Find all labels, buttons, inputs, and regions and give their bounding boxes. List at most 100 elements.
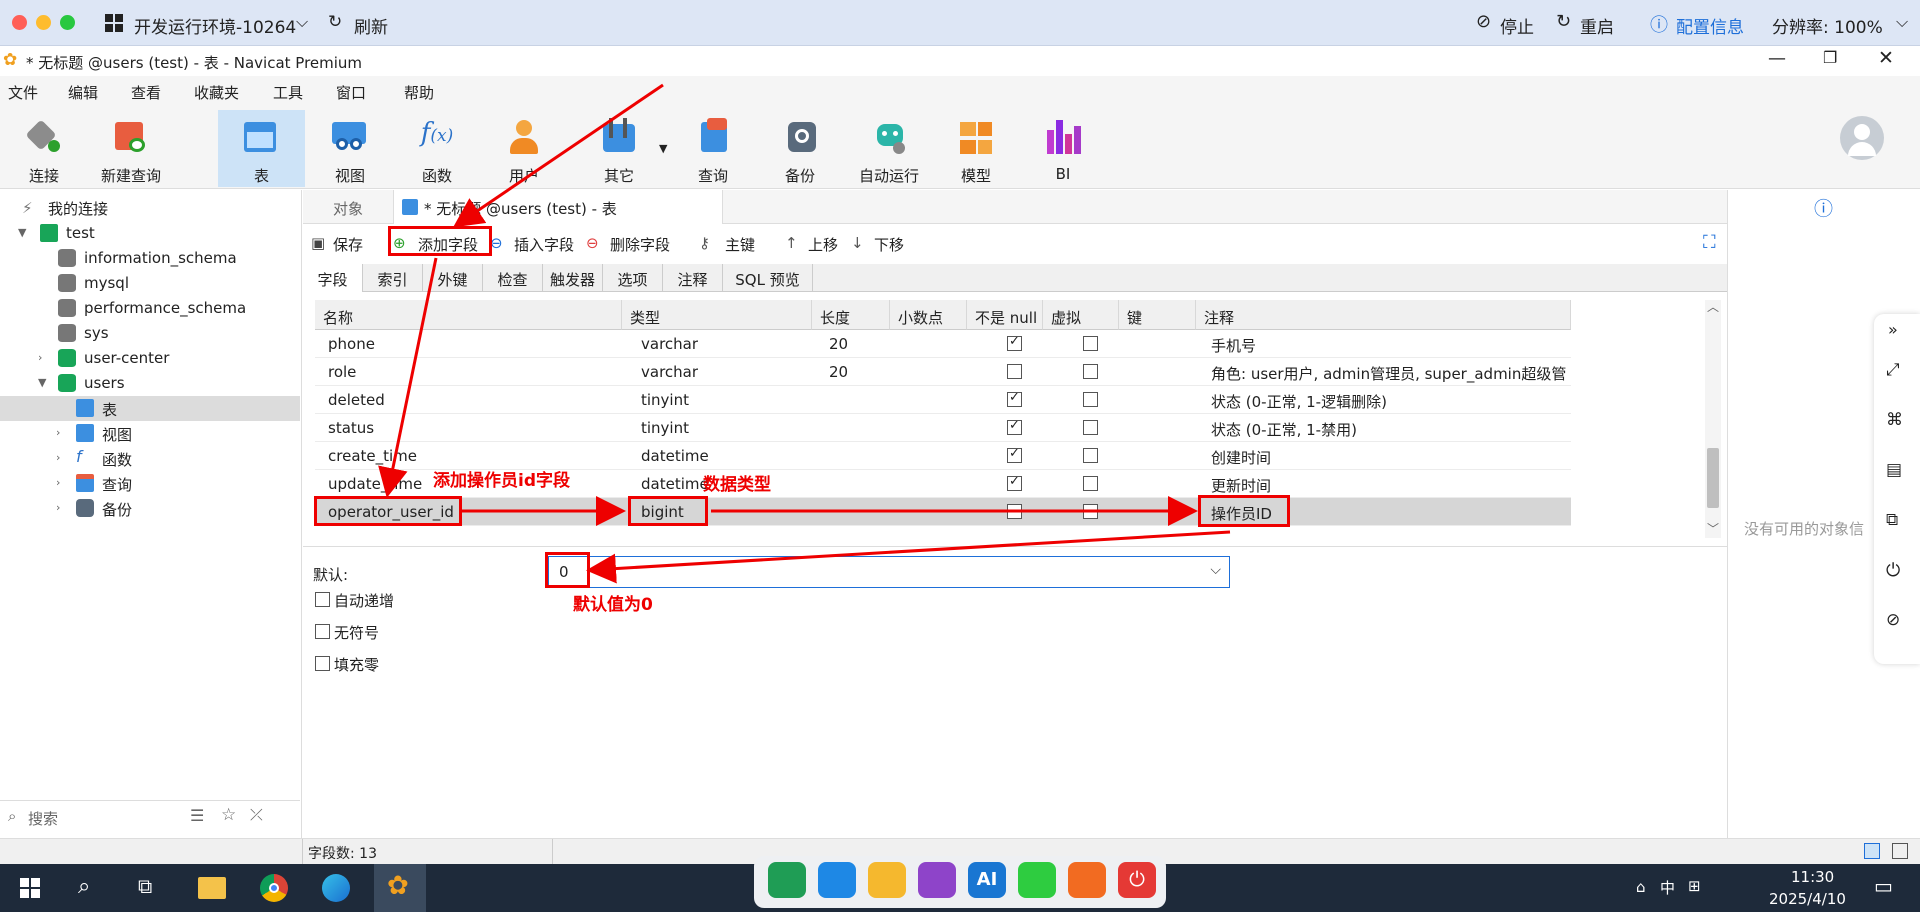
chevron-down-icon[interactable]: ▼ xyxy=(18,226,26,239)
zerofill-checkbox[interactable] xyxy=(315,656,330,671)
table-row[interactable]: status tinyint 状态 (0-正常, 1-禁用) xyxy=(315,414,1571,442)
power-icon[interactable]: ⏻ xyxy=(1886,560,1900,581)
restart-icon[interactable]: ↻ xyxy=(1556,11,1571,32)
scroll-up-icon[interactable]: ︿ xyxy=(1707,298,1719,315)
move-up-button[interactable]: 上移 xyxy=(808,234,838,255)
chevron-right-icon[interactable]: › xyxy=(56,476,60,489)
table-row-selected[interactable]: operator_user_id bigint 操作员ID xyxy=(315,498,1571,526)
arrow-down-icon[interactable]: ↓ xyxy=(851,234,864,252)
dock-monitor-icon[interactable] xyxy=(818,862,856,898)
refresh-button[interactable]: 刷新 xyxy=(354,13,388,38)
not-null-checkbox[interactable] xyxy=(1007,334,1022,351)
connect-button[interactable]: 连接 xyxy=(2,110,86,187)
tab-checks[interactable]: 检查 xyxy=(483,264,543,292)
other-button[interactable]: 其它 xyxy=(577,110,661,187)
layout-icon[interactable]: ⌘ xyxy=(1886,410,1903,430)
collapse-icon[interactable]: ⤫ xyxy=(250,805,263,825)
search-icon[interactable]: ⌕ xyxy=(78,874,90,899)
unsigned-checkbox[interactable] xyxy=(315,624,330,639)
close-icon[interactable]: ✕ xyxy=(1878,47,1894,69)
virtual-checkbox[interactable] xyxy=(1083,392,1098,407)
scroll-down-icon[interactable]: ﹀ xyxy=(1707,520,1719,537)
table-button[interactable]: 表 xyxy=(218,110,305,187)
arrow-up-icon[interactable]: ↑ xyxy=(785,234,798,252)
chevron-right-icon[interactable]: › xyxy=(38,351,42,364)
chevron-right-icon[interactable]: › xyxy=(56,501,60,514)
dock-power-icon[interactable]: ⏻ xyxy=(1118,862,1156,898)
delete-field-button[interactable]: 删除字段 xyxy=(610,234,670,255)
chevron-down-icon[interactable]: ⌵ xyxy=(1210,562,1221,578)
new-query-button[interactable]: 新建查询 xyxy=(89,110,173,187)
default-value-select[interactable]: 0 ⌵ xyxy=(548,556,1230,588)
minimize-dot-icon[interactable] xyxy=(36,15,51,30)
user-button[interactable]: 用户 xyxy=(482,110,566,187)
menu-file[interactable]: 文件 xyxy=(8,82,38,103)
scroll-thumb[interactable] xyxy=(1707,448,1719,508)
save-button[interactable]: 保存 xyxy=(333,234,363,255)
fullscreen-icon[interactable]: ⤢ xyxy=(1886,360,1900,380)
tab-triggers[interactable]: 触发器 xyxy=(543,264,603,292)
tab-indexes[interactable]: 索引 xyxy=(363,264,423,292)
query-button[interactable]: 查询 xyxy=(671,110,755,187)
table-row[interactable]: role varchar 20 角色: user用户, admin管理员, su… xyxy=(315,358,1571,386)
virtual-checkbox[interactable] xyxy=(1083,448,1098,463)
primary-key-button[interactable]: 主键 xyxy=(725,234,755,255)
info-icon[interactable]: ⓘ xyxy=(1650,11,1668,37)
avatar[interactable] xyxy=(1840,116,1884,160)
clock-date[interactable]: 2025/4/10 xyxy=(1769,890,1846,908)
expand-icon[interactable]: ⛶ xyxy=(1703,232,1716,253)
table-row[interactable]: deleted tinyint 状态 (0-正常, 1-逻辑删除) xyxy=(315,386,1571,414)
menu-tools[interactable]: 工具 xyxy=(273,82,303,103)
resolution-dropdown[interactable]: 分辨率: 100% xyxy=(1772,13,1883,38)
bi-button[interactable]: BI xyxy=(1021,110,1105,187)
notification-icon[interactable]: ▭ xyxy=(1874,874,1893,898)
menu-edit[interactable]: 编辑 xyxy=(68,82,98,103)
virtual-checkbox[interactable] xyxy=(1083,420,1098,435)
panel-toggle-icon[interactable] xyxy=(1892,843,1908,859)
virtual-checkbox[interactable] xyxy=(1083,336,1098,351)
virtual-checkbox[interactable] xyxy=(1083,364,1098,379)
edge-icon[interactable] xyxy=(322,874,350,902)
zoom-dot-icon[interactable] xyxy=(60,15,75,30)
auto-increment-checkbox[interactable] xyxy=(315,592,330,607)
stop-icon[interactable]: ⊘ xyxy=(1476,11,1491,32)
ime-indicator[interactable]: 中 xyxy=(1660,877,1675,898)
window-icon[interactable]: ▤ xyxy=(1886,460,1902,480)
view-button[interactable]: 视图 xyxy=(308,110,392,187)
dock-ai-icon[interactable]: AI xyxy=(968,862,1006,898)
delete-icon[interactable]: ⊖ xyxy=(586,234,599,252)
env-dropdown[interactable]: 开发运行环境-10264 xyxy=(134,13,296,38)
tab-options[interactable]: 选项 xyxy=(603,264,663,292)
config-button[interactable]: 配置信息 xyxy=(1676,13,1744,38)
close-dot-icon[interactable] xyxy=(12,15,27,30)
other-dropdown-icon[interactable]: ▼ xyxy=(659,142,667,155)
not-null-checkbox[interactable] xyxy=(1007,418,1022,435)
automation-button[interactable]: 自动运行 xyxy=(847,110,931,187)
task-view-icon[interactable]: ⧉ xyxy=(138,874,152,898)
not-null-checkbox[interactable] xyxy=(1007,390,1022,407)
virtual-checkbox[interactable] xyxy=(1083,476,1098,491)
layout-toggle-icon[interactable] xyxy=(1864,843,1880,859)
restart-button[interactable]: 重启 xyxy=(1580,13,1614,38)
not-null-checkbox[interactable] xyxy=(1007,364,1022,379)
tab-objects[interactable]: 对象 xyxy=(333,198,363,219)
dock-book-icon[interactable] xyxy=(918,862,956,898)
clock-time[interactable]: 11:30 xyxy=(1791,868,1834,886)
dock-files-icon[interactable] xyxy=(868,862,906,898)
chevron-right-icon[interactable]: › xyxy=(56,426,60,439)
menu-window[interactable]: 窗口 xyxy=(336,82,366,103)
virtual-checkbox[interactable] xyxy=(1083,504,1098,519)
navicat-taskbar-button[interactable]: ✿ xyxy=(374,864,426,912)
table-row[interactable]: phone varchar 20 手机号 xyxy=(315,330,1571,358)
tab-current-table[interactable]: * 无标题 @users (test) - 表 xyxy=(393,190,723,224)
file-explorer-icon[interactable] xyxy=(198,877,226,899)
dock-settings-icon[interactable] xyxy=(1068,862,1106,898)
not-null-checkbox[interactable] xyxy=(1007,446,1022,463)
chevron-down-icon[interactable]: ⌵ xyxy=(296,12,308,32)
menu-view[interactable]: 查看 xyxy=(131,82,161,103)
keyboard-icon[interactable]: ⊞ xyxy=(1688,877,1701,895)
stop-button[interactable]: 停止 xyxy=(1500,13,1534,38)
sidebar-search-input[interactable]: 搜索 xyxy=(28,808,58,829)
grid-scrollbar[interactable]: ︿ ﹀ xyxy=(1705,300,1721,538)
star-icon[interactable]: ☆ xyxy=(221,805,236,825)
